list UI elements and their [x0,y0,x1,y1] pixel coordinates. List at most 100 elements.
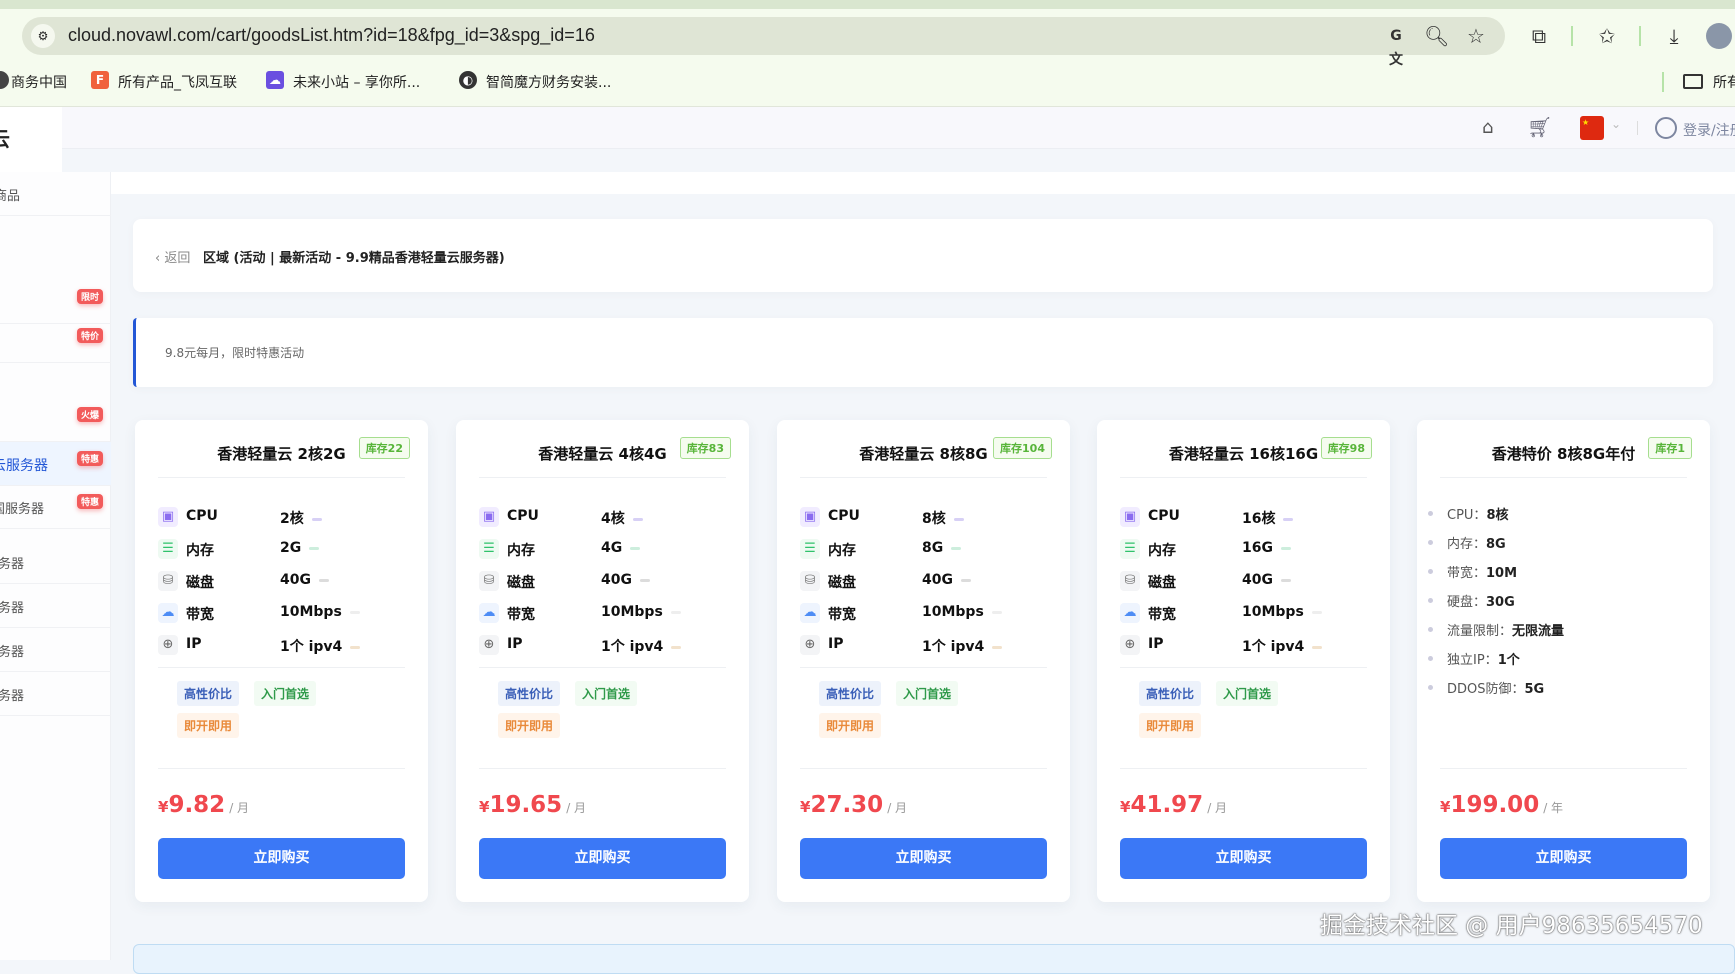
spec-row: ☰ 内存 2G [158,538,405,562]
spec-value: 10Mbps [601,604,681,620]
spec-indicator [1283,517,1294,521]
buy-now-button[interactable]: 立即购买 [158,838,405,879]
spec-indicator [630,546,641,550]
spec-value: 40G [922,572,971,588]
site-header: ⌂ 🛒︎ ★ ⌄ 登录/注册 [0,107,1735,149]
tab-strip [0,0,1735,9]
spec-row: ⊕ IP 1个 ipv4 [1120,634,1367,658]
currency-symbol: ¥ [479,798,490,816]
globe-icon: ⊕ [158,635,178,655]
spec-value: 16G [1242,540,1291,556]
feature-tag: 入门首选 [254,681,317,706]
spec-value-text: 10Mbps [280,604,342,620]
bookmark-item[interactable]: 商务中国 [11,72,67,92]
notice-text: 9.8元每月，限时特惠活动 [165,346,305,360]
spec-indicator [992,645,1003,649]
spec-value-text: 8核 [922,511,946,527]
product-card: 香港轻量云 2核2G 库存22 ▣ CPU 2核 ☰ 内存 2G ⛁ 磁盘 40G… [135,420,428,902]
spec-row: ☰ 内存 4G [479,538,726,562]
divider [1120,768,1367,769]
spec-indicator [951,546,962,550]
sidebar-item[interactable]: 务器 [0,540,111,584]
profile-avatar[interactable] [1706,23,1732,49]
spec-value: 8G [922,540,962,556]
spec-value: 8核 [1486,508,1509,523]
site-info-icon[interactable]: ⚙ [31,24,55,48]
home-icon[interactable]: ⌂ [1482,117,1493,138]
buy-now-button[interactable]: 立即购买 [800,838,1047,879]
spec-value-text: 2核 [280,511,304,527]
login-link[interactable]: 登录/注册 [1683,120,1735,140]
sidebar-item[interactable]: 国服务器 特惠 [0,485,111,529]
back-link[interactable]: ‹ 返回 [155,247,190,266]
spec-list-item: CPU：8核 [1427,504,1509,523]
spec-value: 1个 ipv4 [601,636,682,656]
language-flag-icon[interactable]: ★ [1580,116,1604,140]
sidebar-item-label: 云服务器 [0,458,48,474]
sidebar-item[interactable]: 限时 [0,280,111,324]
spec-list-item: 内存：8G [1428,533,1506,552]
currency-symbol: ¥ [1120,798,1131,816]
spec-label: IP [1148,636,1164,652]
extensions-icon[interactable]: ⧉ [1527,24,1551,48]
spec-indicator [953,517,964,521]
sidebar-item[interactable]: 务器 [0,584,111,628]
sidebar-item[interactable]: 务器 [0,672,111,716]
address-bar[interactable]: ⚙ cloud.novawl.com/cart/goodsList.htm?id… [22,17,1505,55]
currency-symbol: ¥ [158,798,169,816]
spec-value-text: 1个 ipv4 [922,639,985,655]
stock-badge: 库存104 [993,437,1052,459]
stock-badge: 库存98 [1320,437,1372,459]
spec-value-text: 4核 [601,511,625,527]
buy-now-button[interactable]: 立即购买 [1120,838,1367,879]
download-icon[interactable]: ⤓ [1662,24,1686,48]
spec-row: ⛁ 磁盘 40G [158,570,405,594]
globe-icon: ◐ [459,71,477,89]
divider [158,477,405,478]
spec-key: 内存： [1447,537,1487,552]
disk-icon: ⛁ [800,571,820,591]
buy-now-button[interactable]: 立即购买 [1440,838,1687,879]
spec-row: ⛁ 磁盘 40G [800,570,1047,594]
url-text[interactable]: cloud.novawl.com/cart/goodsList.htm?id=1… [68,25,595,46]
bookmark-item[interactable]: 智简魔方财务安装... [486,72,611,92]
spec-label: 磁盘 [1148,575,1176,591]
zoom-out-icon[interactable]: 🔍︎ [1424,24,1449,48]
bookmark-item[interactable]: 未来小站 – 享你所... [293,72,420,92]
user-icon[interactable] [1655,117,1677,139]
buy-now-button[interactable]: 立即购买 [479,838,726,879]
spec-value: 1个 ipv4 [1242,636,1323,656]
sidebar-item[interactable]: 云服务器 特惠 [0,442,111,486]
bookmark-item[interactable]: 所有产品_飞凤互联 [118,72,237,92]
sidebar-item[interactable]: 商品 [0,172,111,216]
chevron-down-icon[interactable]: ⌄ [1611,117,1621,131]
spec-value-text: 1个 ipv4 [601,639,664,655]
favorites-icon[interactable]: ✩ [1595,24,1619,48]
spec-list-item: 硬盘：30G [1428,591,1515,610]
spec-indicator [318,578,329,582]
cpu-icon: ▣ [158,507,178,527]
bookmarks-folder[interactable]: 所有 [1713,72,1735,92]
divider [800,768,1047,769]
spec-row: ⛁ 磁盘 40G [1120,570,1367,594]
cpu-icon: ▣ [800,507,820,527]
spec-label: 磁盘 [186,575,214,591]
feature-tag: 即开即用 [819,713,882,738]
spec-value-text: 10Mbps [1242,604,1304,620]
product-card: 香港轻量云 4核4G 库存83 ▣ CPU 4核 ☰ 内存 4G ⛁ 磁盘 40G… [456,420,749,902]
site-logo[interactable]: 云 [0,107,62,172]
cart-icon[interactable]: 🛒︎ [1527,115,1552,139]
feature-tag: 即开即用 [1139,713,1202,738]
sidebar-item[interactable]: 火爆 [0,398,111,442]
spec-row: ⛁ 磁盘 40G [479,570,726,594]
translate-icon[interactable]: G文 [1384,24,1408,68]
toolbar-divider [1571,26,1573,46]
spec-label: 内存 [507,543,535,559]
sidebar-item[interactable]: 务器 [0,628,111,672]
sidebar-item[interactable]: 特价 [0,319,111,363]
feature-tag: 入门首选 [896,681,959,706]
spec-indicator [1311,610,1322,614]
spec-value: 40G [280,572,329,588]
stock-badge: 库存22 [358,437,410,459]
bookmark-star-icon[interactable]: ☆ [1464,24,1488,48]
